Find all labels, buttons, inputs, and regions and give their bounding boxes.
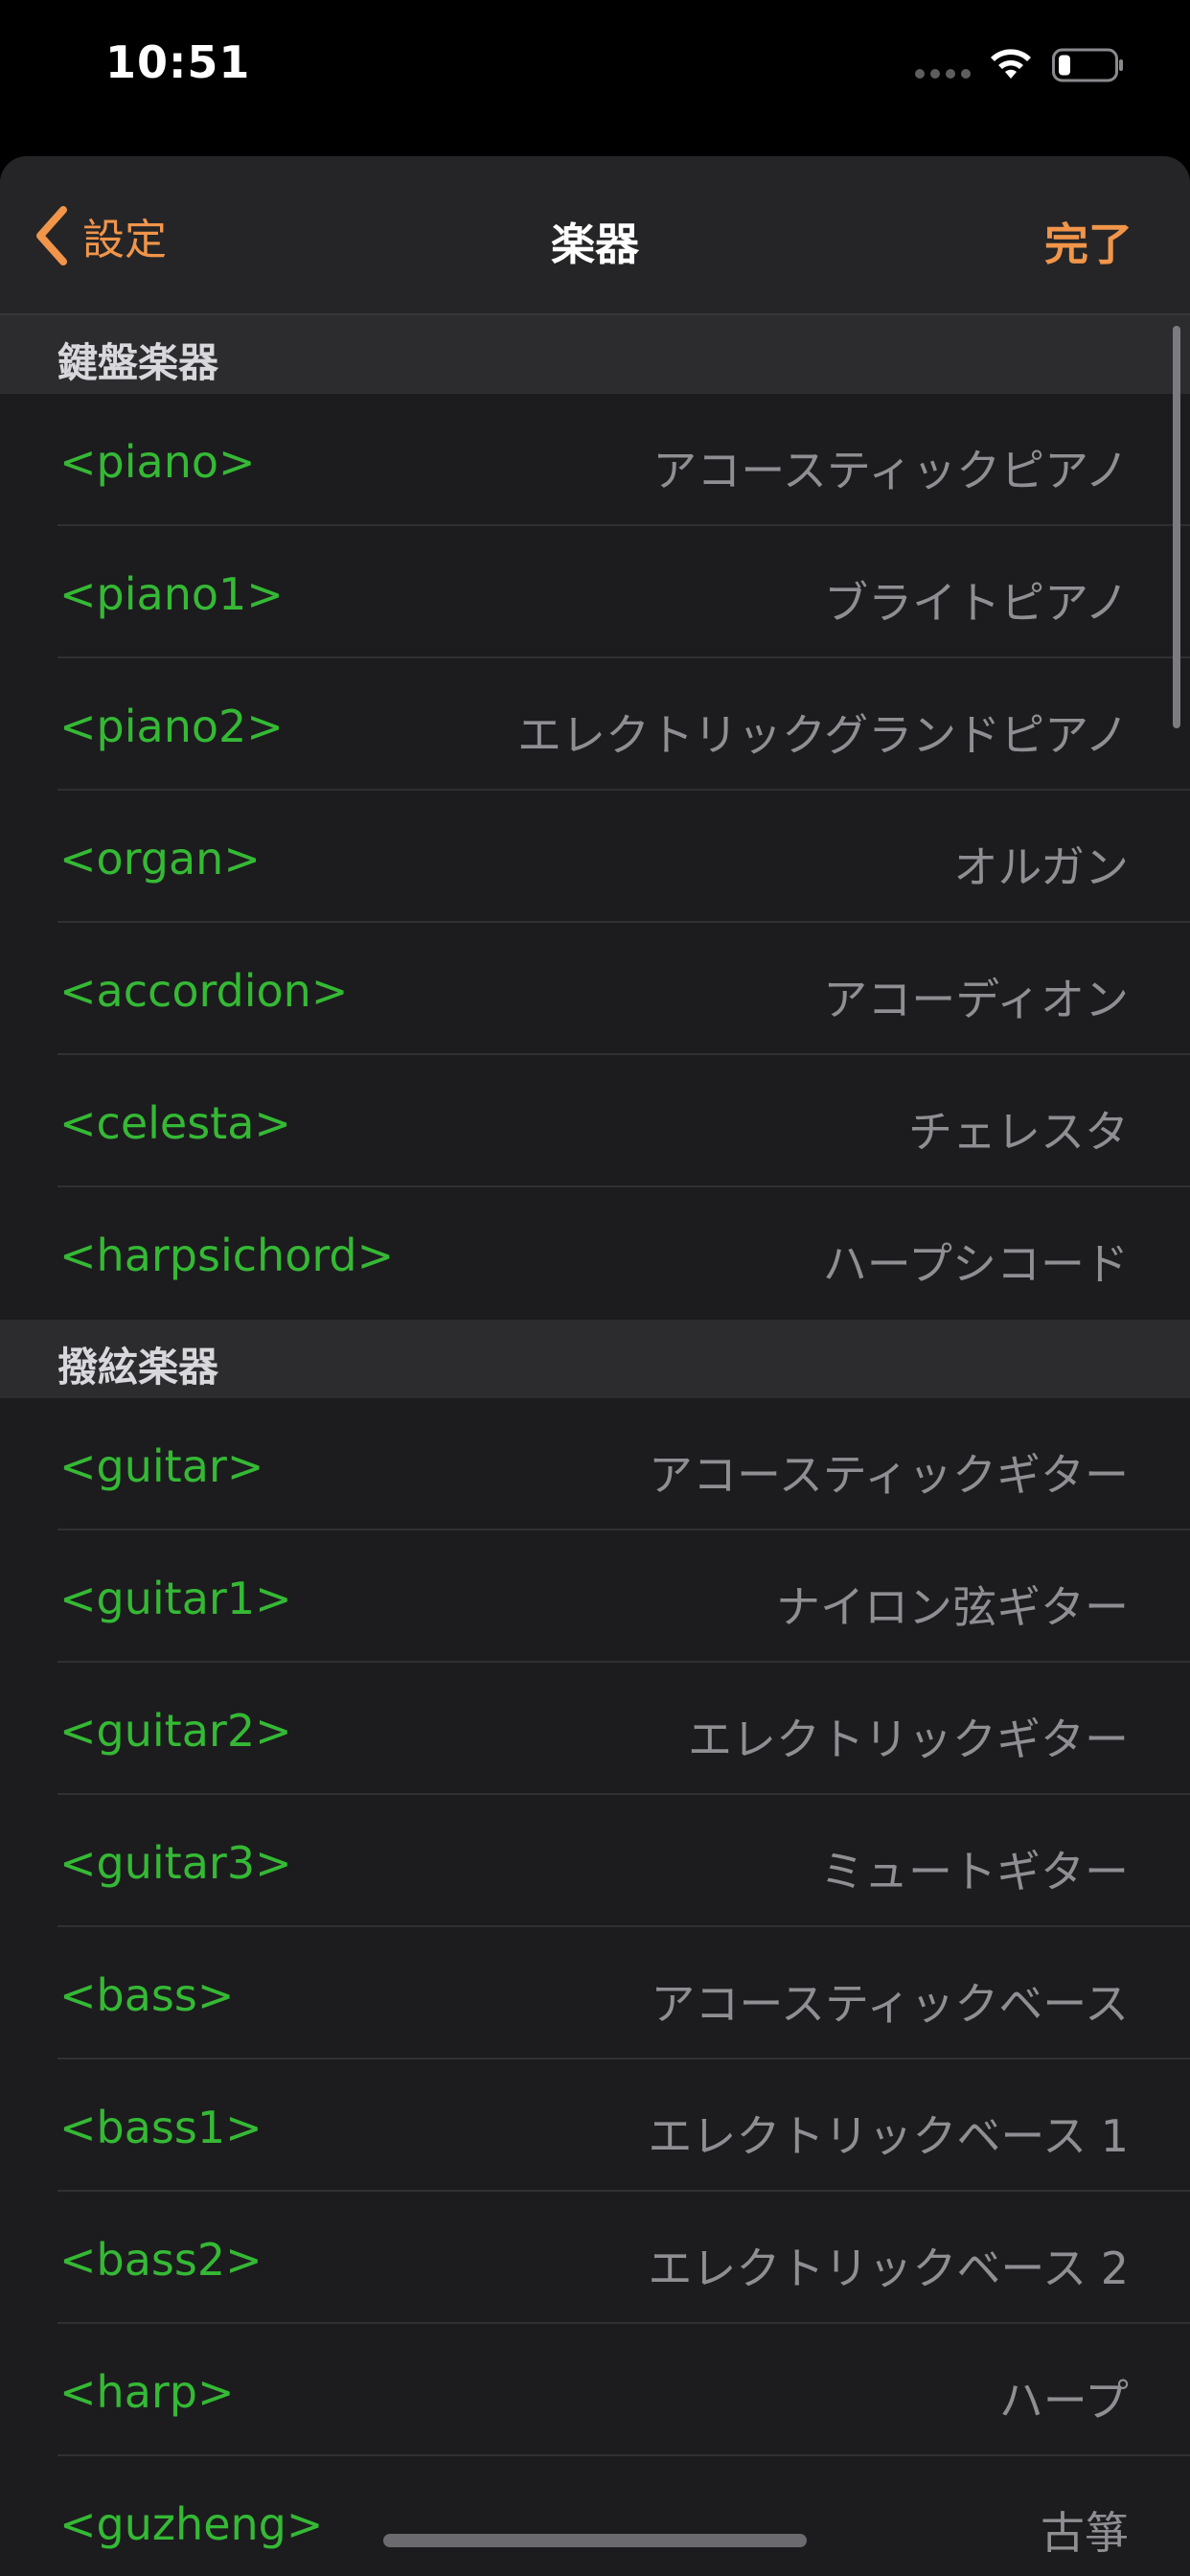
list-item[interactable]: <guitar3> ミュートギター	[0, 1795, 1190, 1927]
instrument-tag: <guitar1>	[59, 1573, 292, 1624]
instrument-tag: <piano2>	[59, 701, 284, 752]
list-item[interactable]: <harpsichord> ハープシコード	[0, 1187, 1190, 1320]
list-item[interactable]: <guzheng> 古箏	[0, 2456, 1190, 2576]
list-item[interactable]: <bass1> エレクトリックベース 1	[0, 2059, 1190, 2192]
list-item[interactable]: <piano2> エレクトリックグランドピアノ	[0, 658, 1190, 791]
instrument-name: ハープ	[998, 2375, 1129, 2426]
section-header-keyboard: 鍵盤楽器	[0, 315, 1190, 394]
instrument-name: オルガン	[953, 841, 1129, 893]
instrument-name: アコースティックピアノ	[652, 445, 1129, 496]
instrument-name: アコースティックベース	[651, 1978, 1129, 2030]
instrument-name: アコーディオン	[823, 974, 1129, 1025]
instrument-name: ハープシコード	[822, 1238, 1129, 1290]
page-title: 楽器	[551, 218, 639, 270]
navigation-bar: 設定 楽器 完了	[0, 156, 1190, 315]
list-item[interactable]: <accordion> アコーディオン	[0, 923, 1190, 1055]
list-item[interactable]: <bass> アコースティックベース	[0, 1927, 1190, 2059]
cellular-signal-icon	[915, 69, 971, 80]
instrument-name: アコースティックギター	[649, 1449, 1129, 1501]
instrument-name: エレクトリックギター	[688, 1714, 1129, 1765]
instrument-tag: <guzheng>	[59, 2498, 324, 2550]
section-header-label: 鍵盤楽器	[57, 339, 219, 386]
instrument-name: エレクトリックベース 2	[648, 2242, 1129, 2294]
instrument-tag: <piano1>	[59, 568, 284, 620]
instrument-tag: <guitar>	[59, 1440, 264, 1492]
instrument-name: ミュートギター	[820, 1846, 1129, 1898]
list-item[interactable]: <guitar> アコースティックギター	[0, 1398, 1190, 1530]
list-item[interactable]: <bass2> エレクトリックベース 2	[0, 2192, 1190, 2324]
instrument-tag: <celesta>	[59, 1097, 291, 1149]
list-item[interactable]: <guitar1> ナイロン弦ギター	[0, 1530, 1190, 1663]
wifi-icon	[991, 49, 1031, 79]
home-indicator[interactable]	[383, 2534, 807, 2547]
list-item[interactable]: <organ> オルガン	[0, 791, 1190, 923]
done-button[interactable]: 完了	[1044, 210, 1133, 273]
instrument-tag: <organ>	[59, 833, 261, 885]
list-item[interactable]: <piano1> ブライトピアノ	[0, 526, 1190, 658]
instrument-list: 鍵盤楽器 <piano> アコースティックピアノ <piano1> ブライトピアノ …	[0, 315, 1190, 2576]
instrument-name: 古箏	[1041, 2507, 1129, 2559]
instrument-tag: <bass>	[59, 1969, 235, 2021]
scroll-indicator[interactable]	[1173, 326, 1180, 728]
instrument-name: ナイロン弦ギター	[776, 1581, 1129, 1633]
instrument-name: ブライトピアノ	[824, 577, 1129, 629]
instrument-tag: <bass1>	[59, 2102, 263, 2153]
instrument-sheet: 設定 楽器 完了 鍵盤楽器 <piano> アコースティックピアノ <piano1…	[0, 156, 1190, 2576]
instrument-tag: <guitar2>	[59, 1705, 292, 1757]
status-time: 10:51	[105, 36, 251, 88]
instrument-tag: <bass2>	[59, 2234, 263, 2286]
instrument-tag: <piano>	[59, 436, 256, 488]
instrument-tag: <harp>	[59, 2366, 235, 2418]
instrument-tag: <harpsichord>	[59, 1230, 395, 1281]
status-bar: 10:51	[0, 0, 1190, 153]
list-item[interactable]: <celesta> チェレスタ	[0, 1055, 1190, 1187]
instrument-name: エレクトリックグランドピアノ	[516, 709, 1129, 761]
instrument-name: チェレスタ	[908, 1106, 1129, 1158]
section-header-label: 撥絃楽器	[57, 1344, 219, 1391]
instrument-tag: <guitar3>	[59, 1837, 292, 1889]
list-item[interactable]: <guitar2> エレクトリックギター	[0, 1663, 1190, 1795]
list-item[interactable]: <piano> アコースティックピアノ	[0, 394, 1190, 526]
instrument-name: エレクトリックベース 1	[648, 2110, 1129, 2162]
section-header-plucked: 撥絃楽器	[0, 1320, 1190, 1398]
battery-icon	[1052, 48, 1123, 82]
instrument-tag: <accordion>	[59, 965, 349, 1017]
list-item[interactable]: <harp> ハープ	[0, 2324, 1190, 2456]
